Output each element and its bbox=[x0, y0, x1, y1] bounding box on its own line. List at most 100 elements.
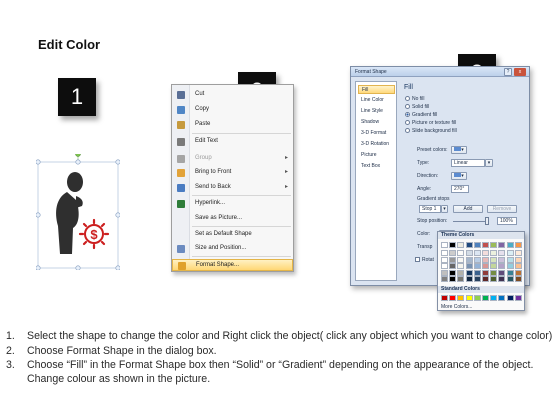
theme-color-shade-swatch[interactable] bbox=[506, 276, 514, 282]
nav-item-picture[interactable]: Picture bbox=[358, 151, 395, 160]
theme-color-swatch[interactable] bbox=[473, 242, 481, 248]
selected-shape[interactable]: $ bbox=[35, 151, 121, 271]
theme-color-shade-swatch[interactable] bbox=[473, 250, 481, 256]
theme-color-shade-swatch[interactable] bbox=[441, 263, 448, 269]
radio-button[interactable] bbox=[405, 96, 410, 101]
theme-color-swatch[interactable] bbox=[498, 242, 506, 248]
theme-color-shade-swatch[interactable] bbox=[473, 269, 481, 276]
theme-color-shade-swatch[interactable] bbox=[457, 256, 465, 263]
theme-color-shade-swatch[interactable] bbox=[482, 269, 489, 276]
theme-color-shade-swatch[interactable] bbox=[441, 276, 448, 282]
theme-color-shade-swatch[interactable] bbox=[506, 250, 514, 256]
menu-item-edit-text[interactable]: Edit Text bbox=[172, 136, 293, 148]
menu-item-save-as-picture[interactable]: Save as Picture... bbox=[172, 213, 293, 225]
theme-color-shade-swatch[interactable] bbox=[490, 269, 498, 276]
menu-item-group[interactable]: Group ▸ bbox=[172, 153, 293, 165]
preset-colors-dropdown[interactable]: ▾ bbox=[451, 146, 467, 154]
theme-color-shade-swatch[interactable] bbox=[498, 269, 506, 276]
theme-color-shade-swatch[interactable] bbox=[490, 263, 498, 269]
theme-color-swatch[interactable] bbox=[506, 242, 514, 248]
standard-color-swatch[interactable] bbox=[514, 295, 522, 301]
standard-color-swatch[interactable] bbox=[465, 295, 473, 301]
nav-item-line-color[interactable]: Line Color bbox=[358, 96, 395, 105]
stop-position-slider[interactable] bbox=[453, 221, 487, 222]
angle-input[interactable]: 270° bbox=[451, 185, 469, 193]
theme-color-shade-swatch[interactable] bbox=[506, 269, 514, 276]
standard-color-swatch[interactable] bbox=[449, 295, 457, 301]
theme-color-shade-swatch[interactable] bbox=[449, 256, 457, 263]
theme-color-shade-swatch[interactable] bbox=[441, 256, 448, 263]
theme-color-shade-swatch[interactable] bbox=[449, 276, 457, 282]
menu-item-hyperlink[interactable]: Hyperlink... bbox=[172, 198, 293, 210]
type-select[interactable]: Linear bbox=[451, 159, 485, 167]
stop-select-chevron[interactable]: ▾ bbox=[441, 205, 448, 213]
theme-color-shade-swatch[interactable] bbox=[449, 263, 457, 269]
theme-color-shade-swatch[interactable] bbox=[514, 269, 522, 276]
menu-item-cut[interactable]: Cut bbox=[172, 89, 293, 101]
theme-color-swatch[interactable] bbox=[482, 242, 489, 248]
fill-option-no-fill[interactable]: No fill bbox=[405, 96, 425, 102]
theme-color-shade-swatch[interactable] bbox=[457, 276, 465, 282]
theme-color-shade-swatch[interactable] bbox=[490, 250, 498, 256]
theme-color-swatch[interactable] bbox=[465, 242, 473, 248]
standard-color-swatch[interactable] bbox=[506, 295, 514, 301]
theme-color-shade-swatch[interactable] bbox=[482, 256, 489, 263]
direction-dropdown[interactable]: ▾ bbox=[451, 172, 467, 180]
theme-color-shade-swatch[interactable] bbox=[490, 276, 498, 282]
menu-item-send-to-back[interactable]: Send to Back ▸ bbox=[172, 182, 293, 194]
theme-color-shade-swatch[interactable] bbox=[506, 263, 514, 269]
nav-item-3-d-rotation[interactable]: 3-D Rotation bbox=[358, 140, 395, 149]
standard-color-swatch[interactable] bbox=[482, 295, 489, 301]
theme-color-shade-swatch[interactable] bbox=[441, 250, 448, 256]
theme-color-shade-swatch[interactable] bbox=[482, 263, 489, 269]
theme-color-swatch[interactable] bbox=[449, 242, 457, 248]
add-stop-button[interactable]: Add bbox=[453, 205, 483, 213]
menu-item-paste[interactable]: Paste bbox=[172, 119, 293, 131]
theme-color-shade-swatch[interactable] bbox=[449, 269, 457, 276]
stop-position-input[interactable]: 100% bbox=[497, 217, 517, 225]
menu-item-set-as-default-shape[interactable]: Set as Default Shape bbox=[172, 229, 293, 241]
fill-option-gradient-fill[interactable]: Gradient fill bbox=[405, 112, 437, 118]
menu-item-bring-to-front[interactable]: Bring to Front ▸ bbox=[172, 167, 293, 179]
theme-color-swatch[interactable] bbox=[457, 242, 465, 248]
radio-button[interactable] bbox=[405, 120, 410, 125]
theme-color-shade-swatch[interactable] bbox=[514, 256, 522, 263]
theme-color-shade-swatch[interactable] bbox=[457, 263, 465, 269]
theme-color-shade-swatch[interactable] bbox=[457, 250, 465, 256]
theme-color-shade-swatch[interactable] bbox=[498, 250, 506, 256]
theme-color-shade-swatch[interactable] bbox=[465, 256, 473, 263]
standard-color-swatch[interactable] bbox=[490, 295, 498, 301]
help-button[interactable]: ? bbox=[504, 68, 512, 76]
menu-item-format-shape[interactable]: Format Shape... bbox=[172, 259, 293, 271]
theme-color-shade-swatch[interactable] bbox=[482, 250, 489, 256]
nav-item-fill[interactable]: Fill bbox=[358, 85, 395, 94]
theme-color-swatch[interactable] bbox=[514, 242, 522, 248]
stop-position-thumb[interactable] bbox=[485, 217, 489, 225]
theme-color-shade-swatch[interactable] bbox=[498, 256, 506, 263]
theme-color-shade-swatch[interactable] bbox=[506, 256, 514, 263]
menu-item-copy[interactable]: Copy bbox=[172, 104, 293, 116]
radio-button[interactable] bbox=[405, 112, 410, 117]
close-button[interactable]: x bbox=[514, 68, 526, 76]
theme-color-shade-swatch[interactable] bbox=[441, 269, 448, 276]
theme-color-shade-swatch[interactable] bbox=[482, 276, 489, 282]
theme-color-shade-swatch[interactable] bbox=[457, 269, 465, 276]
radio-button[interactable] bbox=[405, 128, 410, 133]
fill-option-solid-fill[interactable]: Solid fill bbox=[405, 104, 429, 110]
theme-color-shade-swatch[interactable] bbox=[465, 250, 473, 256]
nav-item-shadow[interactable]: Shadow bbox=[358, 118, 395, 127]
theme-color-shade-swatch[interactable] bbox=[465, 276, 473, 282]
theme-color-shade-swatch[interactable] bbox=[465, 269, 473, 276]
theme-color-shade-swatch[interactable] bbox=[514, 276, 522, 282]
type-select-chevron[interactable]: ▾ bbox=[485, 159, 493, 167]
theme-color-shade-swatch[interactable] bbox=[473, 276, 481, 282]
menu-item-size-and-position[interactable]: Size and Position... bbox=[172, 243, 293, 255]
theme-color-swatch[interactable] bbox=[490, 242, 498, 248]
rotate-checkbox[interactable] bbox=[415, 257, 420, 262]
theme-color-shade-swatch[interactable] bbox=[449, 250, 457, 256]
fill-option-picture-or-texture-fill[interactable]: Picture or texture fill bbox=[405, 120, 456, 126]
theme-color-shade-swatch[interactable] bbox=[498, 263, 506, 269]
rotate-checkbox-row[interactable]: Rotat bbox=[415, 257, 434, 263]
theme-color-shade-swatch[interactable] bbox=[473, 263, 481, 269]
nav-item-text-box[interactable]: Text Box bbox=[358, 162, 395, 171]
